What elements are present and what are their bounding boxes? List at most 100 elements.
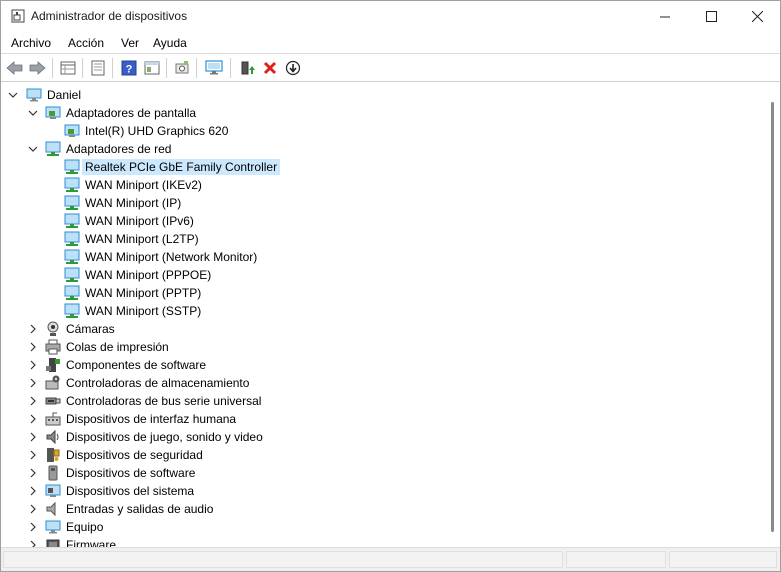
category-entradas-y-salidas-de-audio[interactable]: Entradas y salidas de audio <box>3 500 763 518</box>
toolbar: ? <box>1 54 780 82</box>
menu-accion[interactable]: Acción <box>68 36 104 50</box>
device-wan-miniport-ipv6[interactable]: WAN Miniport (IPv6) <box>3 212 763 230</box>
network-adapter-icon <box>64 285 80 300</box>
uninstall-icon <box>263 61 277 75</box>
uninstall-button[interactable] <box>259 57 281 79</box>
device-wan-miniport-network-monitor[interactable]: WAN Miniport (Network Monitor) <box>3 248 763 266</box>
maximize-button[interactable] <box>688 1 734 32</box>
category-adaptadores-de-pantalla[interactable]: Adaptadores de pantalla <box>3 104 763 122</box>
disable-button[interactable] <box>282 57 304 79</box>
maximize-icon <box>705 11 717 22</box>
device-wan-miniport-pptp[interactable]: WAN Miniport (PPTP) <box>3 284 763 302</box>
monitor-button[interactable] <box>203 57 225 79</box>
category-dispositivos-de-juego-sonido-video[interactable]: Dispositivos de juego, sonido y video <box>3 428 763 446</box>
category-dispositivos-de-interfaz-humana[interactable]: Dispositivos de interfaz humana <box>3 410 763 428</box>
svg-text:?: ? <box>126 64 133 76</box>
network-adapter-icon <box>45 141 61 156</box>
vertical-scrollbar[interactable] <box>765 84 780 547</box>
tree-root-daniel[interactable]: Daniel <box>3 86 763 104</box>
security-device-icon <box>47 448 60 462</box>
device-tree[interactable]: Daniel Adaptadores de pantalla Intel(R) … <box>3 84 765 547</box>
device-label: WAN Miniport (SSTP) <box>85 304 202 318</box>
title-bar[interactable]: Administrador de dispositivos <box>1 1 780 32</box>
forward-button[interactable] <box>26 57 48 79</box>
toolbar-separator <box>82 58 83 78</box>
category-equipo[interactable]: Equipo <box>3 518 763 536</box>
collapse-chevron-icon[interactable] <box>28 104 38 122</box>
category-firmware[interactable]: Firmware <box>3 536 763 547</box>
expand-chevron-icon[interactable] <box>28 428 38 446</box>
back-button[interactable] <box>4 57 26 79</box>
scan-hardware-button[interactable] <box>171 57 193 79</box>
category-controladoras-de-bus-serie-universal[interactable]: Controladoras de bus serie universal <box>3 392 763 410</box>
help-button[interactable]: ? <box>118 57 140 79</box>
update-driver-icon <box>241 61 255 75</box>
device-label: WAN Miniport (IPv6) <box>85 214 194 228</box>
device-wan-miniport-l2tp[interactable]: WAN Miniport (L2TP) <box>3 230 763 248</box>
device-wan-miniport-ikev2[interactable]: WAN Miniport (IKEv2) <box>3 176 763 194</box>
view-button[interactable] <box>141 57 163 79</box>
expand-chevron-icon[interactable] <box>28 464 38 482</box>
view-icon <box>144 61 160 75</box>
status-bar-segment <box>3 551 563 568</box>
device-label: WAN Miniport (Network Monitor) <box>85 250 258 264</box>
usb-icon <box>45 397 61 405</box>
menu-ver[interactable]: Ver <box>121 36 139 50</box>
category-adaptadores-de-red[interactable]: Adaptadores de red <box>3 140 763 158</box>
document-button[interactable] <box>87 57 109 79</box>
category-label: Cámaras <box>66 322 115 336</box>
category-componentes-de-software[interactable]: Componentes de software <box>3 356 763 374</box>
device-wan-miniport-pppoe[interactable]: WAN Miniport (PPPOE) <box>3 266 763 284</box>
expand-chevron-icon[interactable] <box>28 374 38 392</box>
device-intel-uhd-graphics[interactable]: Intel(R) UHD Graphics 620 <box>3 122 763 140</box>
category-camaras[interactable]: Cámaras <box>3 320 763 338</box>
category-controladoras-de-almacenamiento[interactable]: Controladoras de almacenamiento <box>3 374 763 392</box>
expand-chevron-icon[interactable] <box>28 410 38 428</box>
category-dispositivos-de-software[interactable]: Dispositivos de software <box>3 464 763 482</box>
minimize-button[interactable] <box>642 1 688 32</box>
toolbar-separator <box>196 58 197 78</box>
expand-chevron-icon[interactable] <box>28 518 38 536</box>
expand-chevron-icon[interactable] <box>28 356 38 374</box>
update-driver-button[interactable] <box>236 57 258 79</box>
speaker-icon <box>46 429 59 445</box>
category-label: Colas de impresión <box>66 340 169 354</box>
expand-chevron-icon[interactable] <box>28 320 38 338</box>
expand-chevron-icon[interactable] <box>28 392 38 410</box>
status-bar-segment <box>566 551 666 568</box>
expand-chevron-icon[interactable] <box>28 482 38 500</box>
expand-chevron-icon[interactable] <box>28 536 38 547</box>
computer-icon <box>26 88 42 102</box>
toolbar-separator <box>112 58 113 78</box>
hid-icon <box>45 412 61 426</box>
expand-chevron-icon[interactable] <box>28 338 38 356</box>
collapse-chevron-icon[interactable] <box>8 86 18 104</box>
camera-icon <box>47 321 59 336</box>
network-adapter-icon <box>64 303 80 318</box>
device-label: WAN Miniport (PPTP) <box>85 286 202 300</box>
printer-icon <box>45 339 61 355</box>
category-dispositivos-de-seguridad[interactable]: Dispositivos de seguridad <box>3 446 763 464</box>
device-wan-miniport-ip[interactable]: WAN Miniport (IP) <box>3 194 763 212</box>
category-label: Controladoras de almacenamiento <box>66 376 250 390</box>
category-dispositivos-del-sistema[interactable]: Dispositivos del sistema <box>3 482 763 500</box>
expand-chevron-icon[interactable] <box>28 446 38 464</box>
close-button[interactable] <box>734 1 780 32</box>
expand-chevron-icon[interactable] <box>28 500 38 518</box>
properties-button[interactable] <box>57 57 79 79</box>
device-label-selected: Realtek PCIe GbE Family Controller <box>82 159 281 175</box>
device-label: Intel(R) UHD Graphics 620 <box>85 124 229 138</box>
device-label: WAN Miniport (PPPOE) <box>85 268 212 282</box>
device-label: WAN Miniport (IP) <box>85 196 182 210</box>
device-realtek-pcie-gbe[interactable]: Realtek PCIe GbE Family Controller <box>3 158 763 176</box>
menu-ayuda[interactable]: Ayuda <box>153 36 187 50</box>
category-colas-de-impresion[interactable]: Colas de impresión <box>3 338 763 356</box>
network-adapter-icon <box>64 159 80 174</box>
network-adapter-icon <box>64 177 80 192</box>
network-adapter-icon <box>64 195 80 210</box>
collapse-chevron-icon[interactable] <box>28 140 38 158</box>
device-wan-miniport-sstp[interactable]: WAN Miniport (SSTP) <box>3 302 763 320</box>
menu-archivo[interactable]: Archivo <box>11 36 51 50</box>
category-label: Dispositivos de software <box>66 466 196 480</box>
scrollbar-thumb[interactable] <box>771 102 774 532</box>
